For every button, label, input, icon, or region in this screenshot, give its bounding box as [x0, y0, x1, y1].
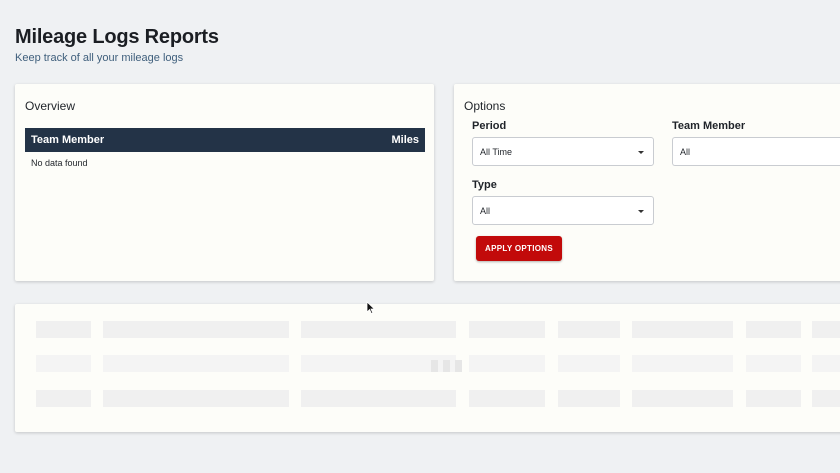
skeleton-cell	[36, 390, 91, 407]
skeleton-cell	[632, 355, 733, 372]
empty-state-text: No data found	[31, 158, 88, 168]
skeleton-cell	[812, 390, 840, 407]
page-subtitle: Keep track of all your mileage logs	[15, 52, 184, 64]
skeleton-cell	[469, 390, 545, 407]
team-member-select-value: All	[680, 147, 691, 157]
mouse-cursor-icon	[366, 301, 376, 315]
loading-bar	[443, 360, 450, 372]
skeleton-cell	[301, 321, 456, 338]
page-title: Mileage Logs Reports	[15, 26, 219, 48]
column-header-team-member[interactable]: Team Member	[31, 134, 104, 146]
skeleton-cell	[558, 390, 620, 407]
period-select[interactable]: All Time	[472, 137, 654, 166]
skeleton-cell	[812, 355, 840, 372]
overview-table-header: Team Member Miles	[25, 128, 425, 152]
skeleton-cell	[746, 321, 801, 338]
chevron-down-icon	[638, 151, 644, 154]
period-label: Period	[472, 120, 507, 132]
chevron-down-icon	[638, 210, 644, 213]
type-label: Type	[472, 179, 497, 191]
skeleton-cell	[36, 355, 91, 372]
team-member-select[interactable]: All	[672, 137, 840, 166]
loading-table-card	[15, 304, 840, 432]
options-card: Options Period All Time Team Member All …	[454, 84, 840, 281]
type-select[interactable]: All	[472, 196, 654, 225]
skeleton-cell	[469, 321, 545, 338]
loading-bar	[455, 360, 462, 372]
team-member-label: Team Member	[672, 120, 746, 132]
skeleton-cell	[103, 355, 289, 372]
skeleton-cell	[558, 321, 620, 338]
skeleton-cell	[36, 321, 91, 338]
column-header-miles[interactable]: Miles	[391, 134, 419, 146]
type-select-value: All	[480, 206, 491, 216]
skeleton-cell	[746, 390, 801, 407]
skeleton-cell	[469, 355, 545, 372]
skeleton-cell	[812, 321, 840, 338]
page: Mileage Logs Reports Keep track of all y…	[0, 0, 840, 473]
skeleton-cell	[558, 355, 620, 372]
skeleton-cell	[301, 390, 456, 407]
skeleton-cell	[103, 321, 289, 338]
overview-card: Overview Team Member Miles No data found	[15, 84, 434, 281]
skeleton-cell	[632, 321, 733, 338]
skeleton-cell	[632, 390, 733, 407]
skeleton-cell	[746, 355, 801, 372]
loading-bar	[431, 360, 438, 372]
options-title: Options	[464, 99, 506, 113]
overview-title: Overview	[25, 99, 76, 113]
period-select-value: All Time	[480, 147, 513, 157]
apply-options-button[interactable]: APPLY OPTIONS	[476, 236, 562, 261]
skeleton-cell	[103, 390, 289, 407]
